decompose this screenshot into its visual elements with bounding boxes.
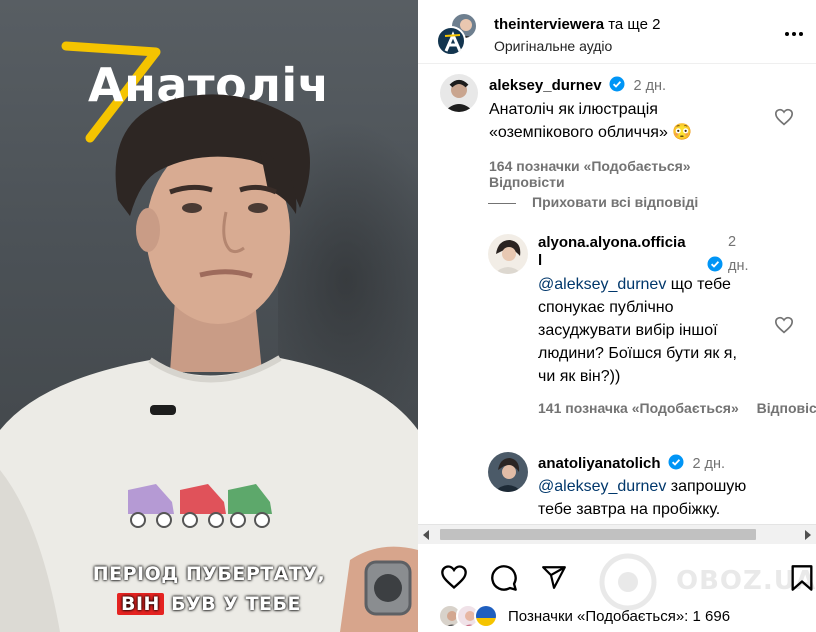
author-username[interactable]: theinterviewera bbox=[494, 16, 604, 33]
reply-text-fragment: запрошую bbox=[666, 478, 747, 495]
reply-time[interactable]: 2 дн. bbox=[692, 456, 725, 472]
reply-text-fragment: що тебе bbox=[666, 276, 731, 293]
reply-meta: 141 позначка «Подобається» Відповісти bbox=[538, 400, 816, 416]
more-options-button[interactable] bbox=[782, 26, 806, 42]
horizontal-scrollbar[interactable] bbox=[418, 524, 816, 544]
comment-text-line: «оземпікового обличчя» 😳 bbox=[489, 124, 693, 141]
reply-username-tail[interactable]: l bbox=[538, 252, 542, 269]
mention-link[interactable]: @aleksey_durnev bbox=[538, 478, 666, 495]
heart-icon[interactable] bbox=[440, 564, 468, 590]
subtitle-line-1: ПЕРІОД ПУБЕРТАТУ, bbox=[92, 563, 326, 585]
likes-label[interactable]: Позначки «Подобається»: bbox=[508, 608, 688, 625]
reply-username[interactable]: alyona.alyona.officia bbox=[538, 234, 686, 251]
reply-text: @aleksey_durnev що тебе спонукає публічн… bbox=[538, 273, 758, 388]
hide-replies-button[interactable]: Приховати всі відповіді bbox=[488, 194, 698, 210]
reply-text-line: людини? Боїшся бути як я, bbox=[538, 345, 737, 362]
reply-like-heart-icon[interactable] bbox=[774, 316, 794, 334]
bookmark-icon[interactable] bbox=[790, 564, 814, 592]
comment-icon[interactable] bbox=[490, 564, 518, 592]
scroll-right-arrow-icon[interactable] bbox=[805, 530, 811, 540]
video-player[interactable]: Анатоліч ПЕРІОД ПУБЕРТАТУ, ВІН БУВ У ТЕБ… bbox=[0, 0, 418, 632]
subtitle-highlight: ВІН bbox=[117, 593, 164, 615]
comments-list[interactable]: aleksey_durnev 2 дн. Анатоліч як ілюстра… bbox=[418, 64, 816, 524]
liker-avatar-flag bbox=[474, 604, 498, 628]
subtitle-line-2: ВІН БУВ У ТЕБЕ bbox=[0, 593, 418, 615]
avatar-primary bbox=[436, 26, 466, 56]
author-avatars[interactable] bbox=[436, 12, 478, 56]
reply-text-line: тебе завтра на пробіжку. bbox=[538, 501, 721, 518]
divider bbox=[488, 202, 516, 204]
post-actions: OBOZ.UA Позначки «Подобається»: 1 696 bbox=[418, 544, 816, 632]
comment-text: Анатоліч як ілюстрація «оземпікового обл… bbox=[489, 98, 779, 144]
more-dot bbox=[799, 32, 803, 36]
author-and-more[interactable]: та ще 2 bbox=[608, 16, 660, 33]
video-subtitle: ПЕРІОД ПУБЕРТАТУ, ВІН БУВ У ТЕБЕ bbox=[0, 563, 418, 615]
post-panel: theinterviewera та ще 2 Оригінальне ауді… bbox=[418, 0, 816, 632]
more-dot bbox=[792, 32, 796, 36]
post-header: theinterviewera та ще 2 Оригінальне ауді… bbox=[418, 0, 816, 64]
reply-text: @aleksey_durnev запрошую тебе завтра на … bbox=[538, 475, 816, 521]
likes-summary: Позначки «Подобається»: 1 696 bbox=[438, 604, 730, 628]
comment-text-line: Анатоліч як ілюстрація bbox=[489, 101, 658, 118]
subtitle-line-2-text: БУВ У ТЕБЕ bbox=[171, 593, 301, 615]
reply-text-line: чи як він?)) bbox=[538, 368, 621, 385]
comment-time[interactable]: 2 дн. bbox=[633, 78, 666, 94]
likes-count[interactable]: 1 696 bbox=[693, 608, 731, 625]
scroll-left-arrow-icon[interactable] bbox=[423, 530, 429, 540]
comment-username[interactable]: aleksey_durnev bbox=[489, 77, 602, 94]
comment-meta: 164 позначки «Подобається» Відповісти bbox=[489, 158, 779, 190]
avatar[interactable] bbox=[488, 234, 528, 274]
reply-username[interactable]: anatoliyanatolich bbox=[538, 455, 661, 472]
verified-badge-icon bbox=[609, 76, 625, 92]
avatar[interactable] bbox=[488, 452, 528, 492]
liker-avatars[interactable] bbox=[438, 604, 504, 628]
reply-likes[interactable]: 141 позначка «Подобається» bbox=[538, 400, 739, 416]
comment-likes[interactable]: 164 позначки «Подобається» bbox=[489, 158, 691, 174]
mention-link[interactable]: @aleksey_durnev bbox=[538, 276, 666, 293]
reply-text-line: @aleksey_durnev запрошую bbox=[538, 475, 816, 498]
scrollbar-thumb[interactable] bbox=[440, 529, 756, 540]
watermark: OBOZ.UA bbox=[598, 552, 815, 612]
verified-badge-icon bbox=[668, 454, 684, 470]
reply-text-line: засуджувати вибір іншої bbox=[538, 322, 718, 339]
interviewee-figure bbox=[0, 94, 418, 632]
reply-text-line: @aleksey_durnev що тебе bbox=[538, 273, 758, 296]
hide-replies-label: Приховати всі відповіді bbox=[532, 194, 699, 210]
avatar[interactable] bbox=[440, 74, 478, 112]
more-horizontal-icon bbox=[785, 32, 789, 36]
reply-text-line: спонукає публічно bbox=[538, 299, 674, 316]
send-icon[interactable] bbox=[540, 564, 568, 590]
reply-button[interactable]: Відповісти bbox=[757, 400, 816, 416]
audio-label[interactable]: Оригінальне аудіо bbox=[494, 38, 612, 54]
reply-time-unit[interactable]: дн. bbox=[728, 258, 749, 274]
reply-button[interactable]: Відповісти bbox=[489, 174, 565, 190]
author-line: theinterviewera та ще 2 bbox=[494, 16, 660, 33]
verified-badge-icon bbox=[707, 256, 723, 272]
watermark-logo-icon bbox=[599, 553, 657, 611]
comment-like-heart-icon[interactable] bbox=[774, 108, 794, 126]
reply-time[interactable]: 2 bbox=[728, 234, 736, 250]
